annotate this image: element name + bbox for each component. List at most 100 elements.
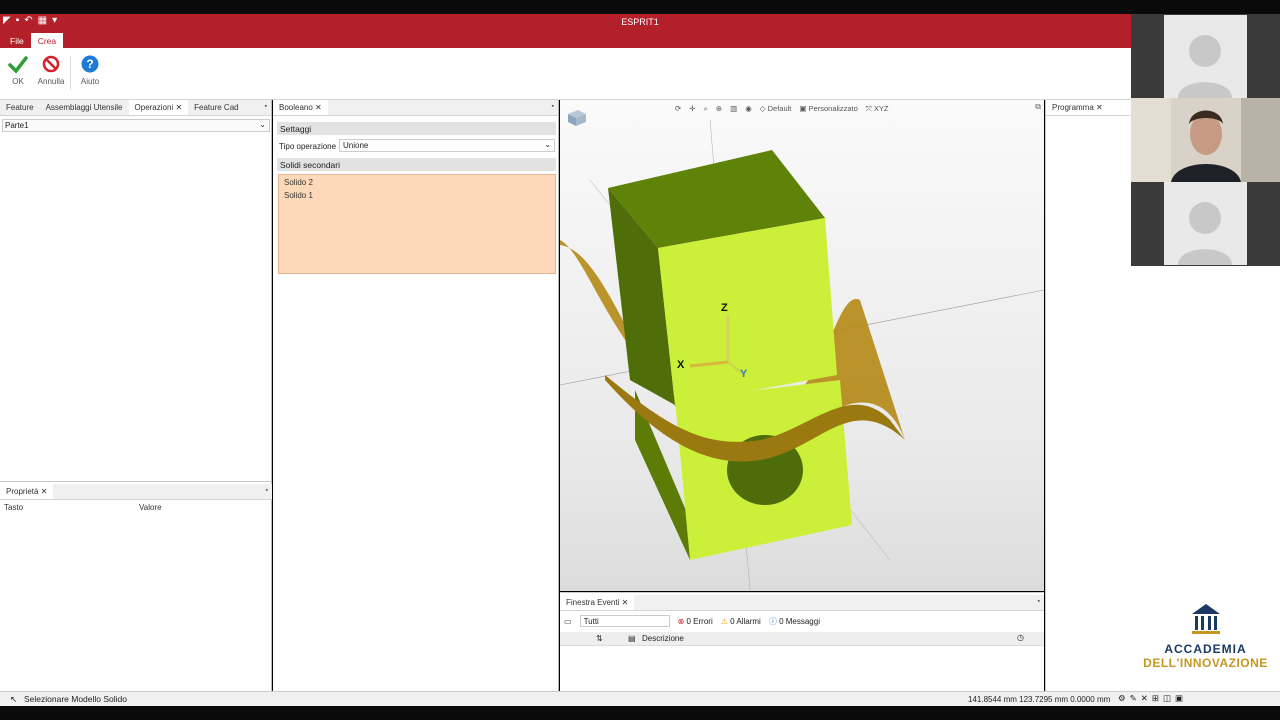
- ribbon: OK Annulla ? Aiuto: [0, 48, 1131, 100]
- axis-z-label: Z: [721, 302, 728, 314]
- pin-icon[interactable]: ▪: [266, 487, 268, 494]
- allarmi-label: 0 Allarmi: [730, 616, 761, 626]
- view-cube-icon[interactable]: [564, 108, 590, 128]
- zoom-icon[interactable]: ⌕: [704, 104, 708, 114]
- tab-proprieta[interactable]: Proprietà ✕: [0, 484, 54, 499]
- default-view-button[interactable]: ◇ Default: [760, 104, 792, 113]
- tab-feature-cad[interactable]: Feature Cad: [188, 100, 244, 115]
- speaker-video: [1131, 98, 1280, 182]
- chevron-down-icon: ⌄: [544, 140, 551, 149]
- tab-finestra-eventi[interactable]: Finestra Eventi ✕: [560, 595, 635, 610]
- event-table-header: ⇅ ▤ Descrizione ◷: [560, 632, 1044, 646]
- eye-icon[interactable]: ◉: [745, 104, 752, 113]
- checkmark-icon: [8, 54, 28, 74]
- ok-label: OK: [12, 77, 24, 86]
- messaggi-filter[interactable]: ⓘ 0 Messaggi: [769, 616, 820, 627]
- tab-proprieta-label: Proprietà: [6, 487, 39, 496]
- tipo-operazione-select[interactable]: Unione ⌄: [339, 139, 555, 152]
- event-window: Finestra Eventi ✕ ▪ ▭ Tutti ⊗ 0 Errori ⚠…: [560, 592, 1044, 691]
- warning-icon: ⚠: [720, 616, 728, 626]
- programma-panel: Programma ✕: [1045, 100, 1131, 691]
- clock-icon[interactable]: ◷: [1017, 633, 1024, 642]
- errori-label: 0 Errori: [686, 616, 713, 626]
- pin-icon[interactable]: ▪: [265, 103, 267, 110]
- 3d-viewport[interactable]: Z X Y ⟳ ✛ ⌕ ⊕ ▥ ◉ ◇ Default ▣ Personaliz…: [560, 100, 1044, 591]
- zoom-window-icon[interactable]: ⊕: [716, 104, 722, 113]
- tab-booleano[interactable]: Booleano ✕: [273, 100, 328, 115]
- list-item[interactable]: Solido 2: [284, 178, 550, 187]
- left-tabs: Feature Assemblaggi Utensile Operazioni …: [0, 100, 271, 116]
- tab-operazioni[interactable]: Operazioni ✕: [128, 100, 189, 115]
- logo-line-2: DELL'INNOVAZIONE: [1143, 656, 1268, 670]
- window-title: ESPRIT1: [621, 17, 659, 27]
- close-icon[interactable]: ✕: [1096, 103, 1103, 112]
- close-icon[interactable]: ✕: [622, 598, 629, 607]
- ribbon-divider: [70, 56, 71, 90]
- messaggi-label: 0 Messaggi: [779, 616, 820, 626]
- list-item[interactable]: Solido 1: [284, 191, 550, 200]
- xyz-button[interactable]: ⤧ XYZ: [866, 104, 889, 114]
- tab-crea[interactable]: Crea: [30, 33, 64, 48]
- viewport-toolbar: ⟳ ✛ ⌕ ⊕ ▥ ◉ ◇ Default ▣ Personalizzato ⤧…: [675, 102, 888, 115]
- tab-file[interactable]: File: [3, 33, 31, 48]
- tab-assemblaggi-utensile[interactable]: Assemblaggi Utensile: [40, 100, 129, 115]
- avatar: [1164, 182, 1247, 265]
- description-icon: ▤: [628, 634, 636, 643]
- axes-icon: ⤧: [865, 103, 872, 113]
- view-cube-small-icon[interactable]: ▥: [730, 104, 737, 113]
- help-icon: ?: [80, 54, 100, 74]
- personalizzato-label: Personalizzato: [808, 104, 858, 113]
- pin-icon[interactable]: ▪: [1038, 598, 1040, 605]
- left-panel: Feature Assemblaggi Utensile Operazioni …: [0, 100, 272, 691]
- bottom-letterbox: [0, 706, 1280, 720]
- rotate-icon[interactable]: ⟳: [675, 104, 681, 113]
- close-icon[interactable]: ✕: [41, 487, 48, 496]
- tab-programma[interactable]: Programma ✕: [1046, 100, 1109, 115]
- video-tile-empty-2: [1131, 182, 1280, 266]
- personalizzato-button[interactable]: ▣ Personalizzato: [799, 104, 857, 113]
- sort-icon[interactable]: ⇅: [596, 634, 603, 643]
- solidi-secondari-header: Solidi secondari: [277, 158, 556, 171]
- accademia-logo: ACCADEMIA DELL'INNOVAZIONE: [1131, 600, 1280, 675]
- tab-booleano-label: Booleano: [279, 103, 313, 112]
- tab-finestra-eventi-label: Finestra Eventi: [566, 598, 620, 607]
- props-tabs: Proprietà ✕ ▪: [0, 484, 272, 500]
- solid-model-drawing[interactable]: [560, 100, 1044, 591]
- properties-panel: Proprietà ✕ ▪ Tasto Valore: [0, 481, 272, 691]
- axis-y-label: Y: [740, 368, 748, 380]
- svg-text:?: ?: [86, 57, 93, 71]
- maximize-icon[interactable]: ⧉: [1035, 102, 1041, 112]
- tipo-operazione-value: Unione: [343, 141, 369, 150]
- tipo-operazione-label: Tipo operazione: [279, 142, 337, 151]
- programma-tabs: Programma ✕: [1046, 100, 1131, 116]
- filter-select[interactable]: Tutti: [579, 615, 670, 627]
- status-tool-icons[interactable]: ⚙✎✕⊞◫▣: [1118, 693, 1187, 704]
- allarmi-filter[interactable]: ⚠ 0 Allarmi: [721, 617, 761, 626]
- booleano-panel: Booleano ✕ ▪ Settaggi Tipo operazione Un…: [273, 100, 559, 691]
- default-label: Default: [767, 104, 792, 113]
- errori-filter[interactable]: ⊗ 0 Errori: [678, 617, 713, 626]
- logo-line-1: ACCADEMIA: [1164, 642, 1247, 656]
- annulla-button[interactable]: Annulla: [36, 52, 66, 86]
- aiuto-button[interactable]: ? Aiuto: [78, 52, 102, 86]
- part-combo[interactable]: Parte1 ⌄: [2, 119, 270, 132]
- temple-icon: [1191, 604, 1220, 634]
- cursor-icon: ↖: [10, 694, 18, 704]
- close-icon[interactable]: ✕: [175, 103, 182, 112]
- menu-tabs: File Crea: [3, 33, 64, 48]
- view-icon: ▣: [799, 104, 807, 113]
- close-icon[interactable]: ✕: [315, 103, 322, 112]
- settaggi-header: Settaggi: [277, 122, 556, 135]
- view-icon: ◇: [759, 104, 766, 113]
- solidi-list: Solido 2 Solido 1: [278, 174, 556, 274]
- aiuto-label: Aiuto: [80, 77, 100, 86]
- document-icon[interactable]: ▭: [564, 617, 572, 626]
- pin-icon[interactable]: ▪: [552, 103, 554, 110]
- pan-icon[interactable]: ✛: [689, 104, 695, 113]
- booleano-tabs: Booleano ✕ ▪: [273, 100, 558, 116]
- descrizione-column[interactable]: Descrizione: [642, 634, 684, 643]
- filter-value: Tutti: [583, 617, 599, 626]
- tab-feature[interactable]: Feature: [0, 100, 40, 115]
- tab-operazioni-label: Operazioni: [134, 103, 174, 112]
- ok-button[interactable]: OK: [6, 52, 30, 86]
